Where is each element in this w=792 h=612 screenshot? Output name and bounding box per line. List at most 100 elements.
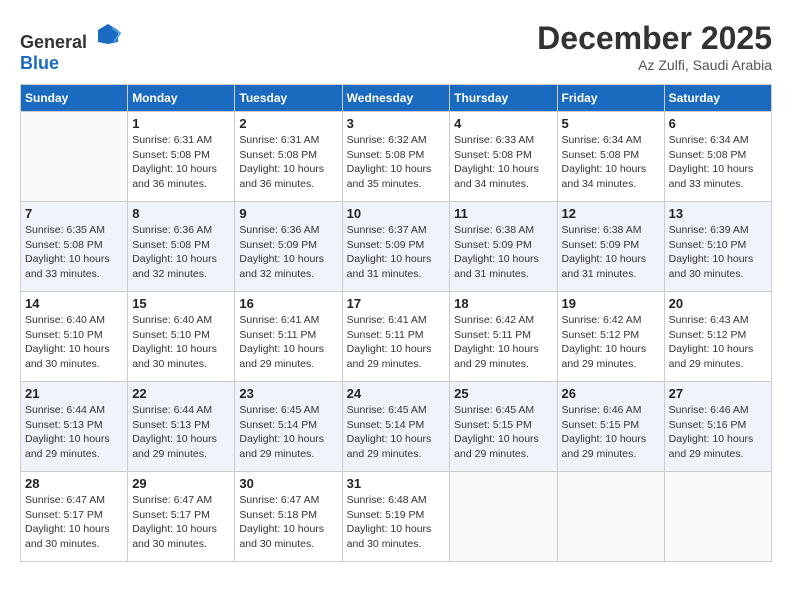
title-block: December 2025 Az Zulfi, Saudi Arabia (537, 20, 772, 73)
day-number: 3 (347, 116, 446, 131)
day-info: Sunrise: 6:45 AMSunset: 5:14 PMDaylight:… (347, 403, 446, 462)
calendar-cell: 27 Sunrise: 6:46 AMSunset: 5:16 PMDayligh… (664, 382, 771, 472)
calendar-week-1: 1 Sunrise: 6:31 AMSunset: 5:08 PMDaylight… (21, 112, 772, 202)
calendar-week-5: 28 Sunrise: 6:47 AMSunset: 5:17 PMDayligh… (21, 472, 772, 562)
weekday-saturday: Saturday (664, 85, 771, 112)
day-info: Sunrise: 6:38 AMSunset: 5:09 PMDaylight:… (562, 223, 660, 282)
calendar-cell: 7 Sunrise: 6:35 AMSunset: 5:08 PMDaylight… (21, 202, 128, 292)
calendar-cell: 21Sunrise: 6:44 AMSunset: 5:13 PMDayligh… (21, 382, 128, 472)
day-number: 6 (669, 116, 767, 131)
calendar-cell (557, 472, 664, 562)
page-header: General Blue December 2025 Az Zulfi, Sau… (20, 20, 772, 74)
day-number: 1 (132, 116, 230, 131)
calendar-cell: 17 Sunrise: 6:41 AMSunset: 5:11 PMDayligh… (342, 292, 450, 382)
day-number: 18 (454, 296, 552, 311)
day-info: Sunrise: 6:47 AMSunset: 5:17 PMDaylight:… (132, 493, 230, 552)
weekday-wednesday: Wednesday (342, 85, 450, 112)
day-number: 15 (132, 296, 230, 311)
day-info: Sunrise: 6:41 AMSunset: 5:11 PMDaylight:… (239, 313, 337, 372)
location: Az Zulfi, Saudi Arabia (537, 57, 772, 73)
calendar-cell (450, 472, 557, 562)
day-number: 29 (132, 476, 230, 491)
weekday-thursday: Thursday (450, 85, 557, 112)
day-number: 11 (454, 206, 552, 221)
day-number: 8 (132, 206, 230, 221)
calendar-cell: 12 Sunrise: 6:38 AMSunset: 5:09 PMDayligh… (557, 202, 664, 292)
day-info: Sunrise: 6:33 AMSunset: 5:08 PMDaylight:… (454, 133, 552, 192)
day-number: 12 (562, 206, 660, 221)
day-info: Sunrise: 6:42 AMSunset: 5:12 PMDaylight:… (562, 313, 660, 372)
day-info: Sunrise: 6:43 AMSunset: 5:12 PMDaylight:… (669, 313, 767, 372)
calendar-cell: 20Sunrise: 6:43 AMSunset: 5:12 PMDayligh… (664, 292, 771, 382)
calendar-cell: 3 Sunrise: 6:32 AMSunset: 5:08 PMDaylight… (342, 112, 450, 202)
weekday-monday: Monday (128, 85, 235, 112)
calendar-cell: 16 Sunrise: 6:41 AMSunset: 5:11 PMDayligh… (235, 292, 342, 382)
calendar-cell: 11 Sunrise: 6:38 AMSunset: 5:09 PMDayligh… (450, 202, 557, 292)
weekday-friday: Friday (557, 85, 664, 112)
calendar-cell: 26Sunrise: 6:46 AMSunset: 5:15 PMDayligh… (557, 382, 664, 472)
day-number: 28 (25, 476, 123, 491)
calendar-cell: 22 Sunrise: 6:44 AMSunset: 5:13 PMDayligh… (128, 382, 235, 472)
calendar-cell: 24 Sunrise: 6:45 AMSunset: 5:14 PMDayligh… (342, 382, 450, 472)
logo-icon (94, 20, 122, 48)
day-number: 2 (239, 116, 337, 131)
day-number: 5 (562, 116, 660, 131)
day-info: Sunrise: 6:32 AMSunset: 5:08 PMDaylight:… (347, 133, 446, 192)
day-info: Sunrise: 6:38 AMSunset: 5:09 PMDaylight:… (454, 223, 552, 282)
calendar-cell: 4 Sunrise: 6:33 AMSunset: 5:08 PMDaylight… (450, 112, 557, 202)
calendar-cell: 25 Sunrise: 6:45 AMSunset: 5:15 PMDayligh… (450, 382, 557, 472)
day-number: 26 (562, 386, 660, 401)
day-info: Sunrise: 6:42 AMSunset: 5:11 PMDaylight:… (454, 313, 552, 372)
calendar-cell (21, 112, 128, 202)
day-info: Sunrise: 6:34 AMSunset: 5:08 PMDaylight:… (669, 133, 767, 192)
calendar-week-3: 14Sunrise: 6:40 AMSunset: 5:10 PMDayligh… (21, 292, 772, 382)
weekday-header-row: SundayMondayTuesdayWednesdayThursdayFrid… (21, 85, 772, 112)
day-info: Sunrise: 6:35 AMSunset: 5:08 PMDaylight:… (25, 223, 123, 282)
calendar-cell: 28Sunrise: 6:47 AMSunset: 5:17 PMDayligh… (21, 472, 128, 562)
day-number: 30 (239, 476, 337, 491)
day-number: 22 (132, 386, 230, 401)
calendar-cell: 15 Sunrise: 6:40 AMSunset: 5:10 PMDayligh… (128, 292, 235, 382)
month-title: December 2025 (537, 20, 772, 57)
day-info: Sunrise: 6:46 AMSunset: 5:16 PMDaylight:… (669, 403, 767, 462)
day-info: Sunrise: 6:36 AMSunset: 5:08 PMDaylight:… (132, 223, 230, 282)
day-info: Sunrise: 6:45 AMSunset: 5:14 PMDaylight:… (239, 403, 337, 462)
logo-general: General (20, 32, 87, 52)
day-info: Sunrise: 6:37 AMSunset: 5:09 PMDaylight:… (347, 223, 446, 282)
day-info: Sunrise: 6:31 AMSunset: 5:08 PMDaylight:… (132, 133, 230, 192)
calendar-cell: 1 Sunrise: 6:31 AMSunset: 5:08 PMDaylight… (128, 112, 235, 202)
calendar-week-4: 21Sunrise: 6:44 AMSunset: 5:13 PMDayligh… (21, 382, 772, 472)
calendar-cell: 10 Sunrise: 6:37 AMSunset: 5:09 PMDayligh… (342, 202, 450, 292)
weekday-sunday: Sunday (21, 85, 128, 112)
calendar-cell: 18 Sunrise: 6:42 AMSunset: 5:11 PMDayligh… (450, 292, 557, 382)
calendar-cell: 2 Sunrise: 6:31 AMSunset: 5:08 PMDaylight… (235, 112, 342, 202)
day-info: Sunrise: 6:48 AMSunset: 5:19 PMDaylight:… (347, 493, 446, 552)
calendar-cell: 29 Sunrise: 6:47 AMSunset: 5:17 PMDayligh… (128, 472, 235, 562)
day-info: Sunrise: 6:31 AMSunset: 5:08 PMDaylight:… (239, 133, 337, 192)
logo: General Blue (20, 20, 122, 74)
day-info: Sunrise: 6:40 AMSunset: 5:10 PMDaylight:… (132, 313, 230, 372)
calendar-cell: 19 Sunrise: 6:42 AMSunset: 5:12 PMDayligh… (557, 292, 664, 382)
day-info: Sunrise: 6:40 AMSunset: 5:10 PMDaylight:… (25, 313, 123, 372)
day-info: Sunrise: 6:45 AMSunset: 5:15 PMDaylight:… (454, 403, 552, 462)
day-number: 25 (454, 386, 552, 401)
calendar-table: SundayMondayTuesdayWednesdayThursdayFrid… (20, 84, 772, 562)
day-info: Sunrise: 6:36 AMSunset: 5:09 PMDaylight:… (239, 223, 337, 282)
day-number: 7 (25, 206, 123, 221)
day-number: 31 (347, 476, 446, 491)
day-number: 4 (454, 116, 552, 131)
day-number: 17 (347, 296, 446, 311)
day-info: Sunrise: 6:41 AMSunset: 5:11 PMDaylight:… (347, 313, 446, 372)
weekday-tuesday: Tuesday (235, 85, 342, 112)
calendar-cell: 6 Sunrise: 6:34 AMSunset: 5:08 PMDaylight… (664, 112, 771, 202)
day-number: 27 (669, 386, 767, 401)
day-info: Sunrise: 6:44 AMSunset: 5:13 PMDaylight:… (132, 403, 230, 462)
day-info: Sunrise: 6:39 AMSunset: 5:10 PMDaylight:… (669, 223, 767, 282)
calendar-cell: 9Sunrise: 6:36 AMSunset: 5:09 PMDaylight… (235, 202, 342, 292)
day-number: 16 (239, 296, 337, 311)
day-number: 24 (347, 386, 446, 401)
day-number: 10 (347, 206, 446, 221)
day-number: 19 (562, 296, 660, 311)
calendar-cell: 8 Sunrise: 6:36 AMSunset: 5:08 PMDaylight… (128, 202, 235, 292)
calendar-cell (664, 472, 771, 562)
